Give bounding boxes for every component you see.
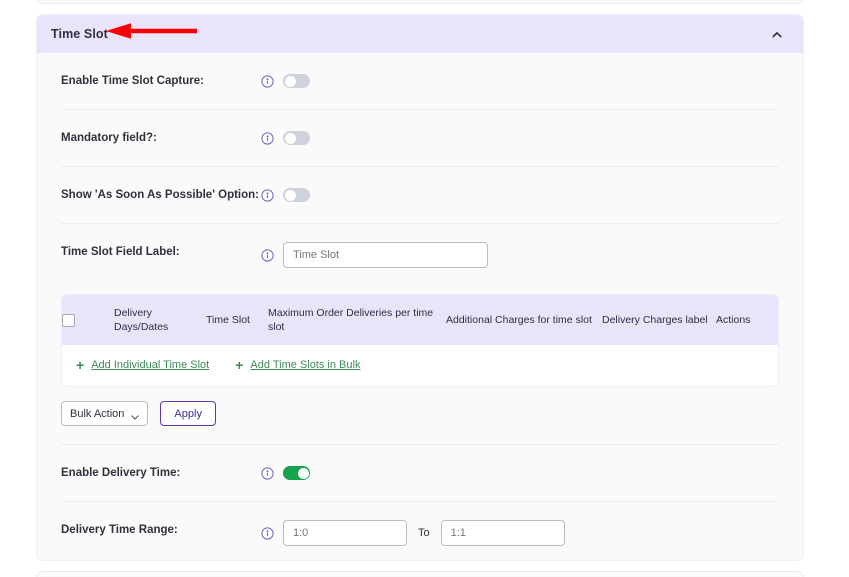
plus-icon: + xyxy=(76,357,85,373)
label-mandatory-field: Mandatory field?: xyxy=(61,132,157,144)
row-mandatory-field: Mandatory field?: xyxy=(61,110,779,167)
select-all-checkbox[interactable] xyxy=(62,313,75,327)
toggle-knob xyxy=(284,132,296,144)
toggle-knob xyxy=(297,467,309,479)
page-title: Time Slot xyxy=(51,27,108,41)
control-show-asap-option xyxy=(261,185,310,205)
info-icon[interactable] xyxy=(261,466,274,480)
control-time-slot-field-label xyxy=(261,242,488,268)
chevron-up-icon[interactable] xyxy=(771,28,783,40)
bulk-action-row: Bulk Action Apply xyxy=(61,401,779,445)
control-enable-delivery-time xyxy=(261,463,310,483)
time-slot-panel-body: Enable Time Slot Capture: Mandatory fiel… xyxy=(37,53,803,560)
row-enable-time-slot-capture: Enable Time Slot Capture: xyxy=(61,53,779,110)
label-delivery-time-range: Delivery Time Range: xyxy=(61,524,178,536)
table-header-time-slot: Time Slot xyxy=(206,314,250,326)
page-root: Time Slot Enable Time Slot Capture: Mand… xyxy=(0,0,849,577)
table-header-actions: Actions xyxy=(716,314,751,326)
table-header-select-all xyxy=(62,295,114,345)
add-time-slots-in-bulk-link[interactable]: + Add Time Slots in Bulk xyxy=(235,358,360,372)
control-mandatory-field xyxy=(261,128,310,148)
label-enable-delivery-time: Enable Delivery Time: xyxy=(61,467,181,479)
info-icon[interactable] xyxy=(261,74,274,88)
table-header-row: Delivery Days/Dates Time Slot Maximum Or… xyxy=(62,295,778,345)
info-icon[interactable] xyxy=(261,248,274,262)
table-header-delivery-days: Delivery Days/Dates xyxy=(114,307,169,333)
toggle-enable-delivery-time[interactable] xyxy=(283,466,310,480)
add-time-slots-in-bulk-label: Add Time Slots in Bulk xyxy=(250,359,361,371)
toggle-mandatory-field[interactable] xyxy=(283,131,310,145)
plus-icon: + xyxy=(235,357,244,373)
table-add-actions: + Add Individual Time Slot + Add Time Sl… xyxy=(62,345,778,386)
apply-button[interactable]: Apply xyxy=(160,401,216,426)
toggle-show-asap-option[interactable] xyxy=(283,188,310,202)
table-header-additional-charges: Additional Charges for time slot xyxy=(446,314,592,326)
row-enable-delivery-time: Enable Delivery Time: xyxy=(61,445,779,502)
info-icon[interactable] xyxy=(261,131,274,145)
table-header-maximum-orders: Maximum Order Deliveries per time slot xyxy=(268,307,434,333)
delivery-time-range-from-input[interactable] xyxy=(283,520,407,546)
label-enable-time-slot-capture: Enable Time Slot Capture: xyxy=(61,75,204,87)
toggle-knob xyxy=(284,75,296,87)
toggle-knob xyxy=(284,189,296,201)
next-section-card-partial xyxy=(36,571,804,577)
time-slot-panel-header[interactable]: Time Slot xyxy=(37,15,803,53)
label-show-asap-option: Show 'As Soon As Possible' Option: xyxy=(61,189,259,201)
bulk-action-selected-value: Bulk Action xyxy=(70,407,125,420)
time-slots-table: Delivery Days/Dates Time Slot Maximum Or… xyxy=(61,294,779,387)
control-delivery-time-range: To xyxy=(261,520,565,546)
bulk-action-select[interactable]: Bulk Action xyxy=(61,401,149,426)
row-delivery-time-range: Delivery Time Range: To xyxy=(61,502,779,560)
info-icon[interactable] xyxy=(261,526,274,540)
table-header-charges-label: Delivery Charges label xyxy=(602,314,708,326)
info-icon[interactable] xyxy=(261,188,274,202)
previous-section-card-partial xyxy=(36,0,804,4)
row-time-slot-field-label: Time Slot Field Label: xyxy=(61,224,779,286)
control-enable-time-slot-capture xyxy=(261,71,310,91)
delivery-time-range-separator: To xyxy=(418,527,430,539)
delivery-time-range-to-input[interactable] xyxy=(440,520,565,546)
label-time-slot-field-label: Time Slot Field Label: xyxy=(61,246,180,258)
add-individual-time-slot-label: Add Individual Time Slot xyxy=(91,359,210,371)
chevron-down-icon xyxy=(131,411,140,420)
row-show-asap-option: Show 'As Soon As Possible' Option: xyxy=(61,167,779,224)
add-individual-time-slot-link[interactable]: + Add Individual Time Slot xyxy=(76,358,209,372)
time-slot-settings-card: Time Slot Enable Time Slot Capture: Mand… xyxy=(36,14,804,561)
toggle-enable-time-slot-capture[interactable] xyxy=(283,74,310,88)
time-slot-field-label-input[interactable] xyxy=(283,242,488,268)
